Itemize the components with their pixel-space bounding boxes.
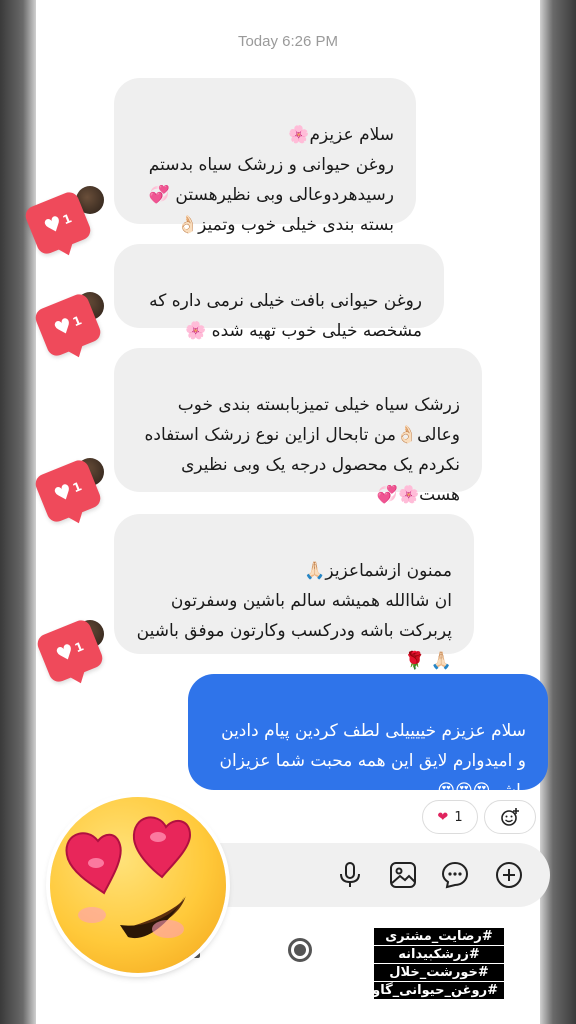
- heart-reaction-icon: ❤: [437, 809, 449, 825]
- hashtag[interactable]: #روغن_حیوانی_گاوی: [360, 982, 504, 999]
- message-text: روغن حیوانی بافت خیلی نرمی داره که مشخصه…: [149, 291, 422, 341]
- reaction-count: 1: [454, 809, 463, 825]
- incoming-message[interactable]: ممنون ازشماعزیز🙏🏻 ان شاالله همیشه سالم ب…: [114, 514, 474, 671]
- add-reaction-button[interactable]: [484, 800, 536, 834]
- add-reaction-icon: [501, 808, 519, 826]
- hashtag-stack: #رضایت_مشتری #زرشکبیدانه #خورشت_خلال #رو…: [360, 928, 504, 1000]
- home-button[interactable]: [288, 938, 312, 962]
- incoming-message[interactable]: سلام عزیزم🌸 روغن حیوانی و زرشک سیاه بدست…: [114, 78, 416, 235]
- microphone-button[interactable]: [333, 858, 367, 892]
- image-icon: [390, 862, 416, 888]
- hashtag[interactable]: #رضایت_مشتری: [374, 928, 504, 945]
- story-screen: Today 6:26 PM سلام عزیزم🌸 روغن حیوانی و …: [0, 0, 576, 1024]
- sticker-icon: [441, 861, 469, 889]
- heart-eyes-icon: [65, 816, 192, 939]
- hashtag[interactable]: #زرشکبیدانه: [374, 946, 504, 963]
- microphone-icon: [340, 862, 360, 887]
- hashtag[interactable]: #خورشت_خلال: [374, 964, 504, 981]
- message-timestamp: Today 6:26 PM: [237, 33, 339, 50]
- message-text: سلام عزیزم🌸 روغن حیوانی و زرشک سیاه بدست…: [148, 125, 394, 235]
- incoming-message[interactable]: زرشک سیاه خیلی تمیزبابسته بندی خوب وعالی…: [114, 348, 482, 505]
- heart-eyes-emoji-sticker: [50, 797, 226, 973]
- message-text: سلام عزیزم خییییلی لطف کردین پیام دادین …: [219, 721, 527, 801]
- reaction-pill[interactable]: ❤ 1: [422, 800, 478, 834]
- outgoing-message[interactable]: سلام عزیزم خییییلی لطف کردین پیام دادین …: [188, 674, 548, 801]
- message-text: زرشک سیاه خیلی تمیزبابسته بندی خوب وعالی…: [144, 395, 460, 505]
- plus-button[interactable]: [492, 858, 526, 892]
- incoming-message[interactable]: روغن حیوانی بافت خیلی نرمی داره که مشخصه…: [114, 244, 444, 341]
- sticker-button[interactable]: [438, 858, 472, 892]
- plus-icon: [496, 862, 522, 888]
- gallery-button[interactable]: [386, 858, 420, 892]
